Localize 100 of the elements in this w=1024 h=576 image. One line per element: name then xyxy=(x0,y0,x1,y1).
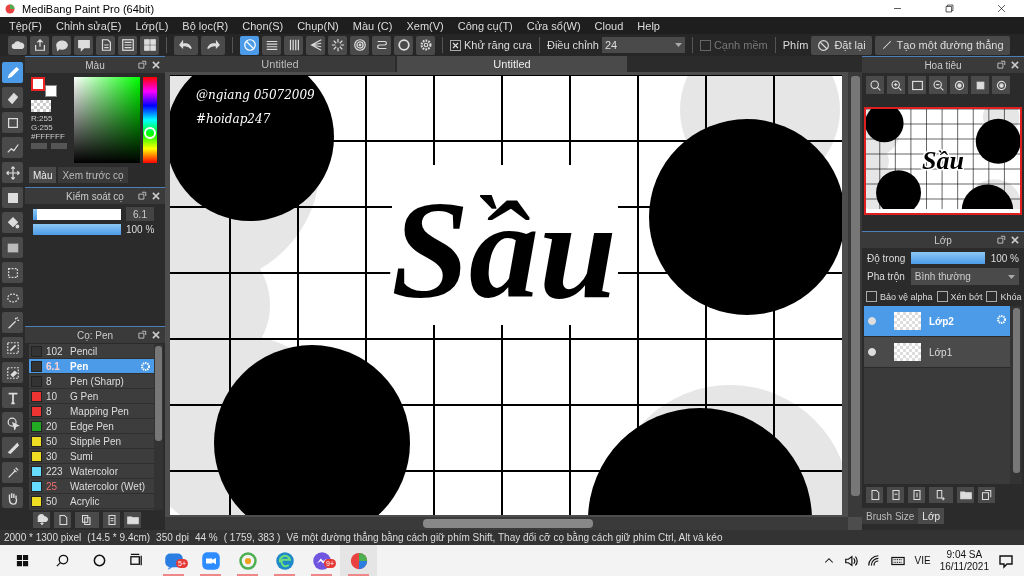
brush-item[interactable]: 50 Stipple Pen xyxy=(29,434,154,449)
clock[interactable]: 9:04 SA 16/11/2021 xyxy=(939,548,989,573)
document-tab[interactable]: Untitled xyxy=(397,56,627,72)
snap-button[interactable] xyxy=(306,35,325,55)
gear-icon[interactable] xyxy=(140,361,151,372)
page-button[interactable] xyxy=(96,35,115,55)
close-icon[interactable] xyxy=(1010,235,1020,245)
panel-tab[interactable]: Màu xyxy=(29,167,57,183)
undock-icon[interactable] xyxy=(137,60,147,70)
flip-button[interactable] xyxy=(971,76,989,94)
folder-button[interactable] xyxy=(957,487,974,503)
selection-tool[interactable] xyxy=(2,262,23,283)
brush-settings-button[interactable] xyxy=(103,512,120,528)
square-tool[interactable] xyxy=(2,112,23,133)
panel-tab[interactable]: Brush Size xyxy=(862,508,919,524)
color-picker[interactable] xyxy=(74,77,140,163)
scrollbar[interactable] xyxy=(1010,306,1022,484)
notification-icon[interactable] xyxy=(998,552,1014,569)
layer-item[interactable]: Lớp1 xyxy=(864,337,1010,368)
close-icon[interactable] xyxy=(1010,60,1020,70)
menu-item[interactable]: Cửa sổ(W) xyxy=(519,19,588,32)
snap-button[interactable] xyxy=(240,35,259,55)
layer-opacity-slider[interactable] xyxy=(911,252,985,264)
new-brush-button[interactable] xyxy=(54,512,71,528)
panel-tab[interactable]: Lớp xyxy=(918,508,945,524)
taskbar-app[interactable] xyxy=(340,545,377,576)
eraser-tool[interactable] xyxy=(2,87,23,108)
menu-item[interactable]: Xem(V) xyxy=(399,19,451,32)
selection-pen-tool[interactable] xyxy=(2,337,23,358)
add-layer-menu-button[interactable] xyxy=(929,487,953,503)
horizontal-scrollbar[interactable] xyxy=(165,517,848,530)
bucket-tool[interactable] xyxy=(2,212,23,233)
snap-button[interactable] xyxy=(262,35,281,55)
pointer-tool[interactable] xyxy=(2,412,23,433)
undock-icon[interactable] xyxy=(996,235,1006,245)
brush-item[interactable]: 8 Pen (Sharp) xyxy=(29,374,154,389)
zoom-out-button[interactable] xyxy=(929,76,947,94)
menu-item[interactable]: Chỉnh sửa(E) xyxy=(49,19,129,32)
rotate-left-button[interactable] xyxy=(950,76,968,94)
zoom-actual-button[interactable] xyxy=(866,76,884,94)
duplicate-button[interactable] xyxy=(978,487,995,503)
brush-item[interactable]: 223 Watercolor xyxy=(29,464,154,479)
background-color-swatch[interactable] xyxy=(45,85,57,97)
undo-button[interactable] xyxy=(174,35,198,55)
checkbox[interactable] xyxy=(866,291,877,302)
checkbox[interactable] xyxy=(986,291,998,302)
adjust-dropdown[interactable]: 24 xyxy=(601,37,685,53)
brush-item[interactable]: 10 G Pen xyxy=(29,389,154,404)
move-tool[interactable] xyxy=(2,162,23,183)
knife-tool[interactable] xyxy=(2,437,23,458)
brush-item[interactable]: 8 Mapping Pen xyxy=(29,404,154,419)
vertical-scrollbar[interactable] xyxy=(848,72,862,517)
snap-button[interactable] xyxy=(394,35,413,55)
close-icon[interactable] xyxy=(151,191,161,201)
menu-item[interactable]: Chụp(N) xyxy=(290,19,346,32)
lasso-tool[interactable] xyxy=(2,287,23,308)
list-button[interactable] xyxy=(118,35,137,55)
zoom-in-button[interactable] xyxy=(887,76,905,94)
menu-item[interactable]: Màu (C) xyxy=(345,19,400,32)
download-button[interactable] xyxy=(33,512,50,528)
menu-item[interactable]: Help xyxy=(630,19,667,32)
transparent-swatch[interactable] xyxy=(31,100,51,112)
menu-item[interactable]: Tệp(F) xyxy=(2,19,49,32)
straight-line-button[interactable]: Tạo một đường thẳng xyxy=(874,35,1010,55)
close-icon[interactable] xyxy=(151,330,161,340)
brush-item[interactable]: 30 Sumi xyxy=(29,449,154,464)
wifi-icon[interactable] xyxy=(866,553,881,568)
checkbox[interactable] xyxy=(450,39,461,51)
brush-size-slider[interactable] xyxy=(33,208,121,220)
brush-item[interactable]: 25 Watercolor (Wet) xyxy=(29,479,154,494)
foreground-color-swatch[interactable] xyxy=(31,77,45,91)
speech-bubble-button[interactable] xyxy=(52,35,71,55)
undock-icon[interactable] xyxy=(137,191,147,201)
language-indicator[interactable]: VIE xyxy=(914,555,931,566)
new-layer-button[interactable] xyxy=(866,487,883,503)
panel-tab[interactable]: Xem trước cọ xyxy=(58,167,128,183)
snap-button[interactable] xyxy=(284,35,303,55)
snap-button[interactable] xyxy=(328,35,347,55)
speaker-icon[interactable] xyxy=(843,553,858,568)
brush-size-value[interactable]: 6.1 xyxy=(126,207,154,221)
snap-button[interactable] xyxy=(350,35,369,55)
blend-mode-dropdown[interactable]: Bình thường xyxy=(910,268,1019,285)
snap-button[interactable] xyxy=(372,35,391,55)
menu-item[interactable]: Lớp(L) xyxy=(128,19,176,32)
line-tool[interactable] xyxy=(2,137,23,158)
upload-button[interactable] xyxy=(30,35,49,55)
checkbox[interactable] xyxy=(936,291,948,302)
menu-item[interactable]: Công cụ(T) xyxy=(450,19,520,32)
menu-item[interactable]: Chọn(S) xyxy=(235,19,291,32)
copy-layer-button[interactable] xyxy=(887,487,904,503)
snap-button[interactable] xyxy=(416,35,435,55)
folder-button[interactable] xyxy=(124,512,141,528)
visibility-toggle[interactable] xyxy=(868,317,876,325)
undock-icon[interactable] xyxy=(137,330,147,340)
hue-handle[interactable] xyxy=(144,126,156,139)
wand-tool[interactable] xyxy=(2,312,23,333)
panels-button[interactable] xyxy=(140,35,159,55)
eyedropper-tool[interactable] xyxy=(2,462,23,483)
undock-icon[interactable] xyxy=(996,60,1006,70)
filled-square-tool[interactable] xyxy=(2,187,23,208)
